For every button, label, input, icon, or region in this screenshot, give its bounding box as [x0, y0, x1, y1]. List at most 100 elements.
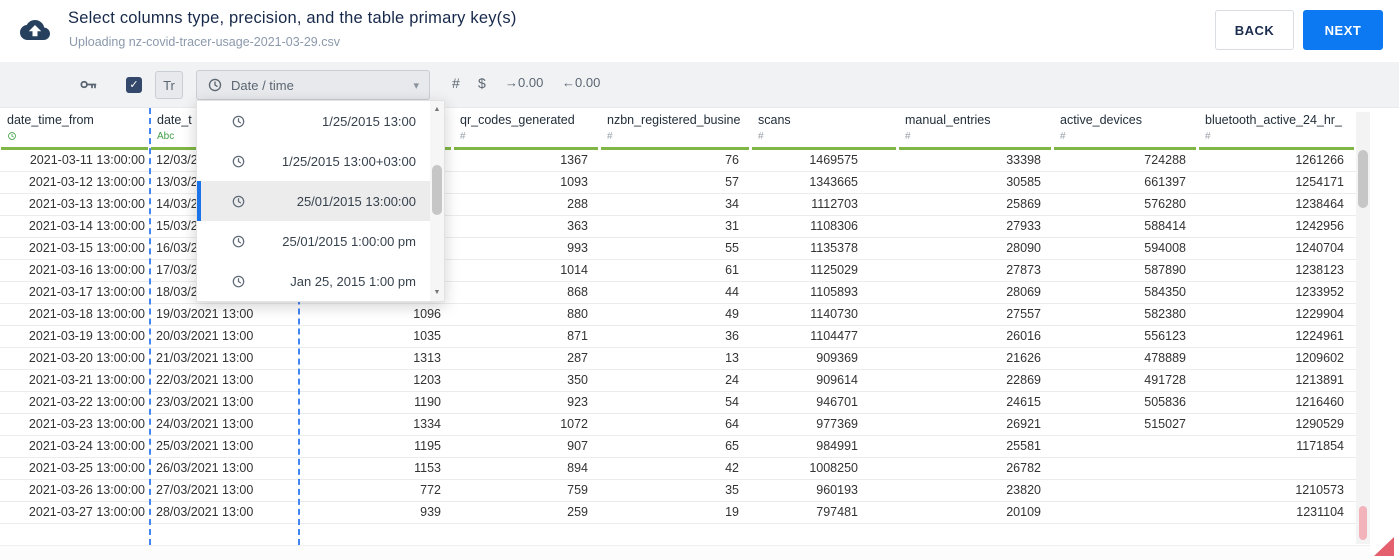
table-row: 2021-03-21 13:00:00 22/03/2021 13:00 1203 3…	[0, 370, 1356, 392]
table-cell: 36	[725, 329, 739, 343]
table-cell: 2021-03-14 13:00:00	[28, 219, 145, 233]
include-column-checkbox[interactable]: ✓	[126, 77, 142, 93]
table-cell: 1213891	[1295, 373, 1344, 387]
table-cell: 960193	[816, 483, 858, 497]
date-format-option[interactable]: 1/25/2015 13:00+03:00	[197, 141, 430, 181]
table-cell: 23/03/2021 13:00	[156, 395, 254, 409]
table-cell: 65	[725, 439, 739, 453]
table-row: 2021-03-18 13:00:00 19/03/2021 13:00 1096 8…	[0, 304, 1356, 326]
table-cell: 1343665	[809, 175, 858, 189]
decrease-precision-button[interactable]: ←0.00	[562, 75, 600, 90]
date-format-label: 1/25/2015 13:00+03:00	[281, 153, 416, 169]
table-cell: 1014	[560, 263, 588, 277]
currency-type-button[interactable]: $	[478, 75, 486, 91]
date-format-option[interactable]: Jan 25, 2015 1:00 pm	[197, 261, 430, 301]
table-cell: 1313	[413, 351, 441, 365]
primary-key-icon[interactable]	[78, 74, 99, 95]
table-cell: 1104477	[810, 329, 858, 343]
clock-icon	[231, 153, 247, 169]
number-type-button[interactable]: #	[452, 75, 460, 91]
date-format-option[interactable]: 25/01/2015 13:00:00	[197, 181, 430, 221]
table-cell: 505836	[1144, 395, 1186, 409]
column-header[interactable]: qr_codes_generated #	[453, 108, 600, 150]
table-cell: 1233952	[1295, 285, 1344, 299]
column-header[interactable]: active_devices #	[1053, 108, 1198, 150]
column-header[interactable]: manual_entries #	[898, 108, 1053, 150]
scroll-up-arrow[interactable]: ▲	[430, 102, 444, 117]
table-cell: 33398	[1006, 153, 1041, 167]
table-cell: 55	[725, 241, 739, 255]
increase-precision-button[interactable]: →0.00	[505, 75, 543, 90]
table-cell: 588414	[1144, 219, 1186, 233]
table-cell: 993	[567, 241, 588, 255]
table-cell: 20109	[1006, 505, 1041, 519]
table-cell: 2021-03-25 13:00:00	[28, 461, 145, 475]
table-cell: 28069	[1006, 285, 1041, 299]
table-cell: 1096	[413, 307, 441, 321]
date-format-dropdown: 1/25/2015 13:00 1/25/2015 13:00+03:00 25/0…	[196, 100, 445, 302]
table-cell: 594008	[1144, 241, 1186, 255]
table-cell: 556123	[1144, 329, 1186, 343]
clock-icon	[231, 233, 247, 249]
table-cell: 923	[567, 395, 588, 409]
text-transform-button[interactable]: Tr	[155, 71, 183, 99]
column-name: active_devices	[1060, 113, 1142, 127]
table-cell: 35	[725, 483, 739, 497]
table-cell: 42	[725, 461, 739, 475]
table-cell: 259	[567, 505, 588, 519]
table-cell	[1053, 480, 1198, 501]
table-cell: 984991	[816, 439, 858, 453]
table-cell: 25869	[1006, 197, 1041, 211]
table-cell: 1072	[560, 417, 588, 431]
column-header[interactable]: scans #	[751, 108, 898, 150]
table-row: 2021-03-24 13:00:00 25/03/2021 13:00 1195 9…	[0, 436, 1356, 458]
table-cell	[1053, 458, 1198, 479]
column-header[interactable]: nzbn_registered_busine #	[600, 108, 751, 150]
vertical-scrollbar[interactable]	[1356, 112, 1370, 544]
back-button[interactable]: BACK	[1215, 10, 1294, 50]
dropdown-scrollbar[interactable]: ▲ ▼	[430, 101, 444, 301]
date-format-option[interactable]: 1/25/2015 13:00	[197, 101, 430, 141]
table-cell: 1231104	[1296, 505, 1344, 519]
table-cell: 1008250	[809, 461, 858, 475]
next-button[interactable]: NEXT	[1303, 10, 1383, 50]
table-cell: 772	[420, 483, 441, 497]
table-cell: 2021-03-27 13:00:00	[28, 505, 145, 519]
dropdown-scrollbar-thumb[interactable]	[432, 165, 442, 215]
table-cell: 76	[725, 153, 739, 167]
table-cell: 27/03/2021 13:00	[156, 483, 254, 497]
column-type-label: #	[607, 131, 613, 142]
table-cell: 24	[725, 373, 739, 387]
table-cell	[1198, 458, 1356, 479]
vertical-scrollbar-thumb[interactable]	[1358, 150, 1368, 208]
horizontal-scrollbar[interactable]	[0, 545, 1370, 560]
table-cell: 2021-03-26 13:00:00	[28, 483, 145, 497]
table-cell: 1125029	[810, 263, 858, 277]
table-cell: 2021-03-13 13:00:00	[28, 197, 145, 211]
column-type-label: #	[1060, 131, 1066, 142]
table-cell: 28090	[1006, 241, 1041, 255]
table-cell: 1334	[413, 417, 441, 431]
column-name: bluetooth_active_24_hr_	[1205, 113, 1342, 127]
clock-icon	[231, 193, 247, 209]
table-cell: 64	[725, 417, 739, 431]
column-name: scans	[758, 113, 791, 127]
table-cell: 22/03/2021 13:00	[156, 373, 254, 387]
column-type-select[interactable]: Date / time ▾	[196, 70, 430, 100]
table-cell: 25581	[1006, 439, 1041, 453]
table-cell	[1053, 436, 1198, 457]
scroll-down-arrow[interactable]: ▼	[430, 285, 444, 300]
table-cell: 1035	[413, 329, 441, 343]
table-cell: 1108306	[810, 219, 858, 233]
table-cell: 2021-03-19 13:00:00	[28, 329, 145, 343]
column-header[interactable]: bluetooth_active_24_hr_ #	[1198, 108, 1356, 150]
table-cell: 26/03/2021 13:00	[156, 461, 254, 475]
date-format-option[interactable]: 25/01/2015 1:00:00 pm	[197, 221, 430, 261]
column-header[interactable]: date_time_from	[0, 108, 150, 150]
table-cell: 19	[725, 505, 739, 519]
column-type-label: #	[460, 131, 466, 142]
table-cell: 587890	[1144, 263, 1186, 277]
table-cell: 1238123	[1295, 263, 1344, 277]
table-cell: 661397	[1144, 175, 1186, 189]
table-cell: 57	[725, 175, 739, 189]
